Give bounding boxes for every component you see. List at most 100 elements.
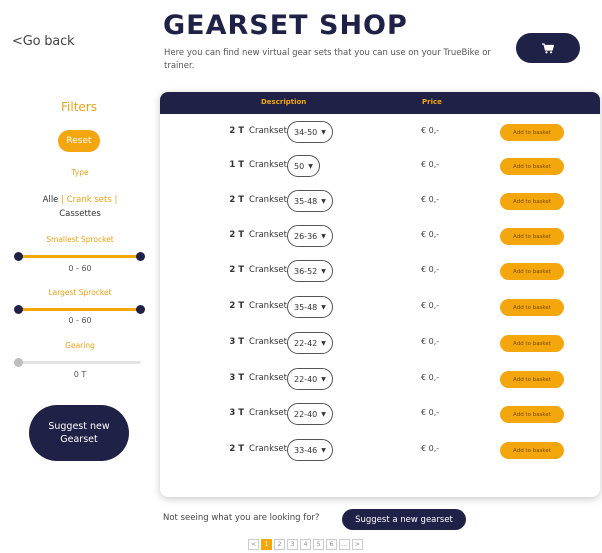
suggest-new-gearset-button[interactable]: Suggest new Gearset [29, 405, 129, 461]
chevron-down-icon: ▼ [321, 267, 326, 275]
column-description: Description [261, 98, 307, 106]
product-type: Crankset [249, 126, 287, 136]
add-to-basket-button[interactable]: Add to basket [500, 371, 564, 388]
gearing-slider[interactable] [18, 361, 141, 364]
page-button[interactable]: ... [339, 539, 350, 550]
product-price: € 0,- [421, 373, 440, 382]
gearing-handle[interactable] [14, 358, 23, 367]
page-button[interactable]: < [248, 539, 259, 550]
table-row: 2 T Crankset 35-48 ▼ € 0,- Add to basket [160, 190, 600, 214]
product-price: € 0,- [421, 160, 440, 169]
product-type: Crankset [249, 265, 287, 275]
add-to-basket-button[interactable]: Add to basket [500, 124, 564, 141]
suggest-line-1: Suggest new [48, 421, 110, 432]
product-price: € 0,- [421, 195, 440, 204]
size-value: 22-42 [294, 338, 318, 348]
table-row: 2 T Crankset 35-48 ▼ € 0,- Add to basket [160, 296, 600, 320]
suggest-line-2: Gearset [60, 434, 98, 445]
page-subtitle: Here you can find new virtual gear sets … [164, 48, 491, 71]
size-value: 22-40 [294, 409, 318, 419]
go-back-link[interactable]: <Go back [12, 34, 75, 49]
size-select[interactable]: 22-40 ▼ [287, 403, 333, 425]
page-button[interactable]: 5 [313, 539, 324, 550]
size-value: 50 [294, 161, 305, 171]
page-button[interactable]: 4 [300, 539, 311, 550]
smallest-min-handle[interactable] [14, 252, 23, 261]
size-select[interactable]: 36-52 ▼ [287, 260, 333, 282]
product-price: € 0,- [421, 444, 440, 453]
chevron-down-icon: ▼ [321, 303, 326, 311]
smallest-sprocket-slider[interactable] [18, 255, 141, 258]
product-type: Crankset [249, 195, 287, 205]
add-to-basket-button[interactable]: Add to basket [500, 263, 564, 280]
product-teeth: 1 T [229, 160, 245, 170]
largest-min-handle[interactable] [14, 305, 23, 314]
type-options: Alle | Crank sets | Cassettes [42, 195, 118, 219]
smallest-range-value: 0 - 60 [68, 264, 92, 273]
product-name: 3 T Crankset [229, 337, 287, 347]
product-teeth: 3 T [229, 337, 245, 347]
cart-button[interactable] [516, 33, 580, 63]
pagination: <1 2 3 4 5 6... > [248, 539, 363, 550]
table-row: 3 T Crankset 22-42 ▼ € 0,- Add to basket [160, 332, 600, 356]
cart-icon [542, 42, 554, 53]
add-to-basket-button[interactable]: Add to basket [500, 406, 564, 423]
reset-button[interactable]: Reset [58, 130, 100, 152]
product-name: 1 T Crankset [229, 160, 287, 170]
table-row: 2 T Crankset 36-52 ▼ € 0,- Add to basket [160, 260, 600, 284]
gearing-value: 0 T [73, 370, 87, 379]
size-value: 36-52 [294, 266, 318, 276]
size-select[interactable]: 50 ▼ [287, 155, 320, 177]
product-price: € 0,- [421, 301, 440, 310]
add-to-basket-button[interactable]: Add to basket [500, 158, 564, 175]
chevron-down-icon: ▼ [321, 410, 326, 418]
largest-range-value: 0 - 60 [68, 316, 92, 325]
chevron-down-icon: ▼ [321, 375, 326, 383]
product-teeth: 2 T [229, 301, 245, 311]
type-label: Type [71, 168, 89, 177]
table-row: 1 T Crankset 50 ▼ € 0,- Add to basket [160, 155, 600, 179]
size-select[interactable]: 35-48 ▼ [287, 190, 333, 212]
size-select[interactable]: 33-46 ▼ [287, 439, 333, 461]
table-header: Description Price [160, 92, 600, 114]
table-row: 2 T Crankset 34-50 ▼ € 0,- Add to basket [160, 121, 600, 145]
size-select[interactable]: 26-36 ▼ [287, 225, 333, 247]
add-to-basket-button[interactable]: Add to basket [500, 299, 564, 316]
size-select[interactable]: 22-42 ▼ [287, 332, 333, 354]
table-row: 2 T Crankset 26-36 ▼ € 0,- Add to basket [160, 225, 600, 249]
page-button[interactable]: 1 [261, 539, 272, 550]
product-teeth: 2 T [229, 444, 245, 454]
table-row: 3 T Crankset 22-40 ▼ € 0,- Add to basket [160, 368, 600, 392]
table-row: 2 T Crankset 33-46 ▼ € 0,- Add to basket [160, 439, 600, 463]
type-option-cranksets[interactable]: Crank sets | [67, 195, 118, 205]
add-to-basket-button[interactable]: Add to basket [500, 193, 564, 210]
size-select[interactable]: 22-40 ▼ [287, 368, 333, 390]
page-button[interactable]: > [352, 539, 363, 550]
chevron-down-icon: ▼ [321, 128, 326, 136]
product-type: Crankset [249, 301, 287, 311]
product-type: Crankset [249, 373, 287, 383]
product-type: Crankset [249, 230, 287, 240]
product-name: 2 T Crankset [229, 265, 287, 275]
smallest-max-handle[interactable] [136, 252, 145, 261]
size-value: 35-48 [294, 302, 318, 312]
add-to-basket-button[interactable]: Add to basket [500, 335, 564, 352]
size-select[interactable]: 35-48 ▼ [287, 296, 333, 318]
product-teeth: 2 T [229, 126, 245, 136]
product-name: 2 T Crankset [229, 126, 287, 136]
add-to-basket-button[interactable]: Add to basket [500, 228, 564, 245]
largest-max-handle[interactable] [136, 305, 145, 314]
type-option-all[interactable]: Alle [43, 195, 59, 205]
product-price: € 0,- [421, 126, 440, 135]
largest-sprocket-slider[interactable] [18, 308, 141, 311]
chevron-down-icon: ▼ [308, 162, 313, 170]
suggest-gearset-button[interactable]: Suggest a new gearset [342, 509, 466, 530]
product-name: 2 T Crankset [229, 230, 287, 240]
add-to-basket-button[interactable]: Add to basket [500, 442, 564, 459]
product-price: € 0,- [421, 265, 440, 274]
type-option-cassettes[interactable]: Cassettes [59, 209, 101, 219]
page-button[interactable]: 2 [274, 539, 285, 550]
size-select[interactable]: 34-50 ▼ [287, 121, 333, 143]
page-button[interactable]: 6 [326, 539, 337, 550]
page-button[interactable]: 3 [287, 539, 298, 550]
